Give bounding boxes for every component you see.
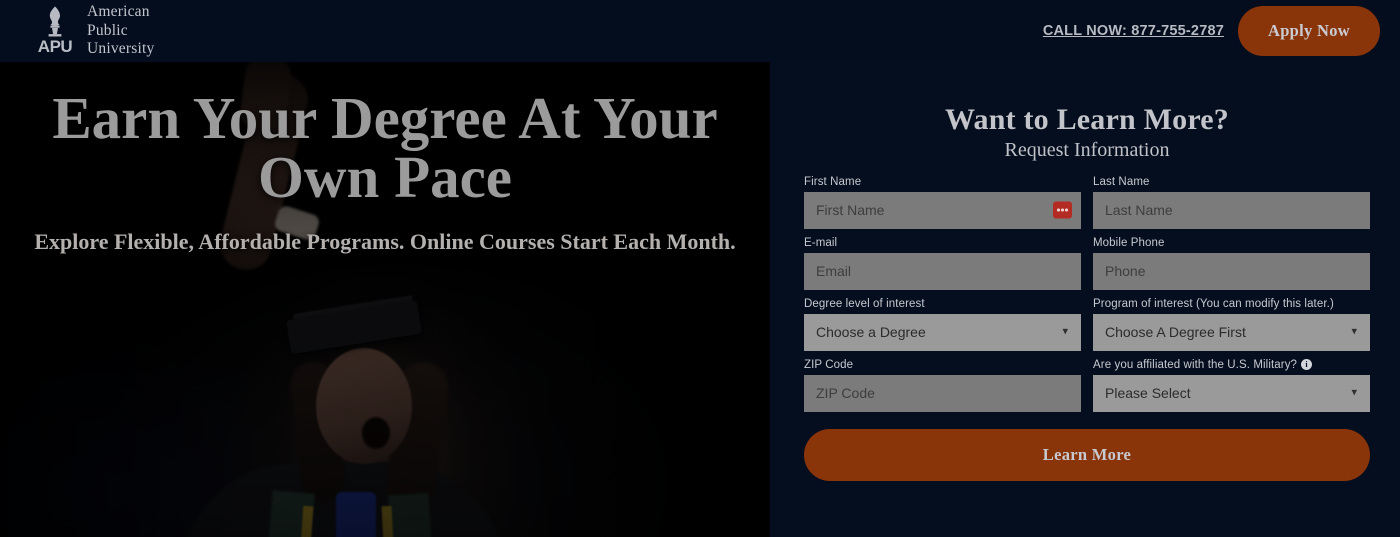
first-name-label: First Name	[804, 175, 862, 188]
field-degree-level: Degree level of interest Choose a Degree…	[804, 298, 1081, 351]
zip-input[interactable]	[804, 374, 1081, 412]
request-info-panel: Want to Learn More? Request Information …	[770, 62, 1400, 537]
military-label-row: Are you affiliated with the U.S. Militar…	[1093, 359, 1370, 371]
hero-headline: Earn Your Degree At Your Own Pace	[52, 85, 718, 210]
field-email: E-mail	[804, 237, 1081, 290]
email-input[interactable]	[804, 252, 1081, 290]
military-label: Are you affiliated with the U.S. Militar…	[1093, 358, 1298, 371]
phone-label: Mobile Phone	[1093, 236, 1165, 249]
email-label: E-mail	[804, 236, 838, 249]
landing-page: APU American Public University CALL NOW:…	[0, 0, 1400, 537]
program-select[interactable]: Choose A Degree First	[1093, 313, 1370, 351]
request-info-form: First Name Last Name E-mail Mobil	[804, 176, 1370, 420]
field-zip: ZIP Code	[804, 359, 1081, 412]
phone-input[interactable]	[1093, 252, 1370, 290]
field-military: Are you affiliated with the U.S. Militar…	[1093, 359, 1370, 412]
site-header: APU American Public University CALL NOW:…	[0, 0, 1400, 62]
torch-flame-icon	[42, 6, 68, 37]
header-actions: CALL NOW: 877-755-2787 Apply Now	[1043, 6, 1380, 56]
logo-line-2: Public	[87, 21, 128, 39]
field-first-name: First Name	[804, 176, 1081, 229]
field-program: Program of interest (You can modify this…	[1093, 298, 1370, 351]
autofill-icon[interactable]	[1053, 201, 1072, 219]
hero-subheadline: Explore Flexible, Affordable Programs. O…	[34, 229, 736, 254]
form-subtitle: Request Information	[1004, 138, 1170, 161]
hero-copy: Earn Your Degree At Your Own Pace Explor…	[0, 62, 770, 255]
last-name-label: Last Name	[1093, 175, 1150, 188]
logo-mark: APU	[32, 6, 78, 56]
hero-section: Earn Your Degree At Your Own Pace Explor…	[0, 62, 770, 537]
learn-more-submit-button[interactable]: Learn More	[804, 428, 1370, 481]
info-icon[interactable]: i	[1301, 359, 1313, 370]
call-now-link[interactable]: CALL NOW: 877-755-2787	[1043, 23, 1224, 39]
first-name-input[interactable]	[804, 191, 1081, 229]
field-last-name: Last Name	[1093, 176, 1370, 229]
field-phone: Mobile Phone	[1093, 237, 1370, 290]
logo-wordmark: American Public University	[87, 3, 154, 60]
logo-line-3: University	[87, 40, 155, 58]
apu-logo[interactable]: APU American Public University	[32, 3, 154, 60]
logo-apu-text: APU	[37, 37, 73, 56]
military-select[interactable]: Please Select	[1093, 374, 1370, 412]
program-label: Program of interest (You can modify this…	[1093, 297, 1334, 310]
logo-line-1: American	[87, 2, 150, 20]
degree-level-label: Degree level of interest	[804, 297, 925, 310]
form-title: Want to Learn More?	[944, 103, 1230, 136]
degree-level-select[interactable]: Choose a Degree	[804, 313, 1081, 351]
zip-label: ZIP Code	[804, 358, 854, 371]
apply-now-button[interactable]: Apply Now	[1237, 6, 1380, 56]
last-name-input[interactable]	[1093, 191, 1370, 229]
